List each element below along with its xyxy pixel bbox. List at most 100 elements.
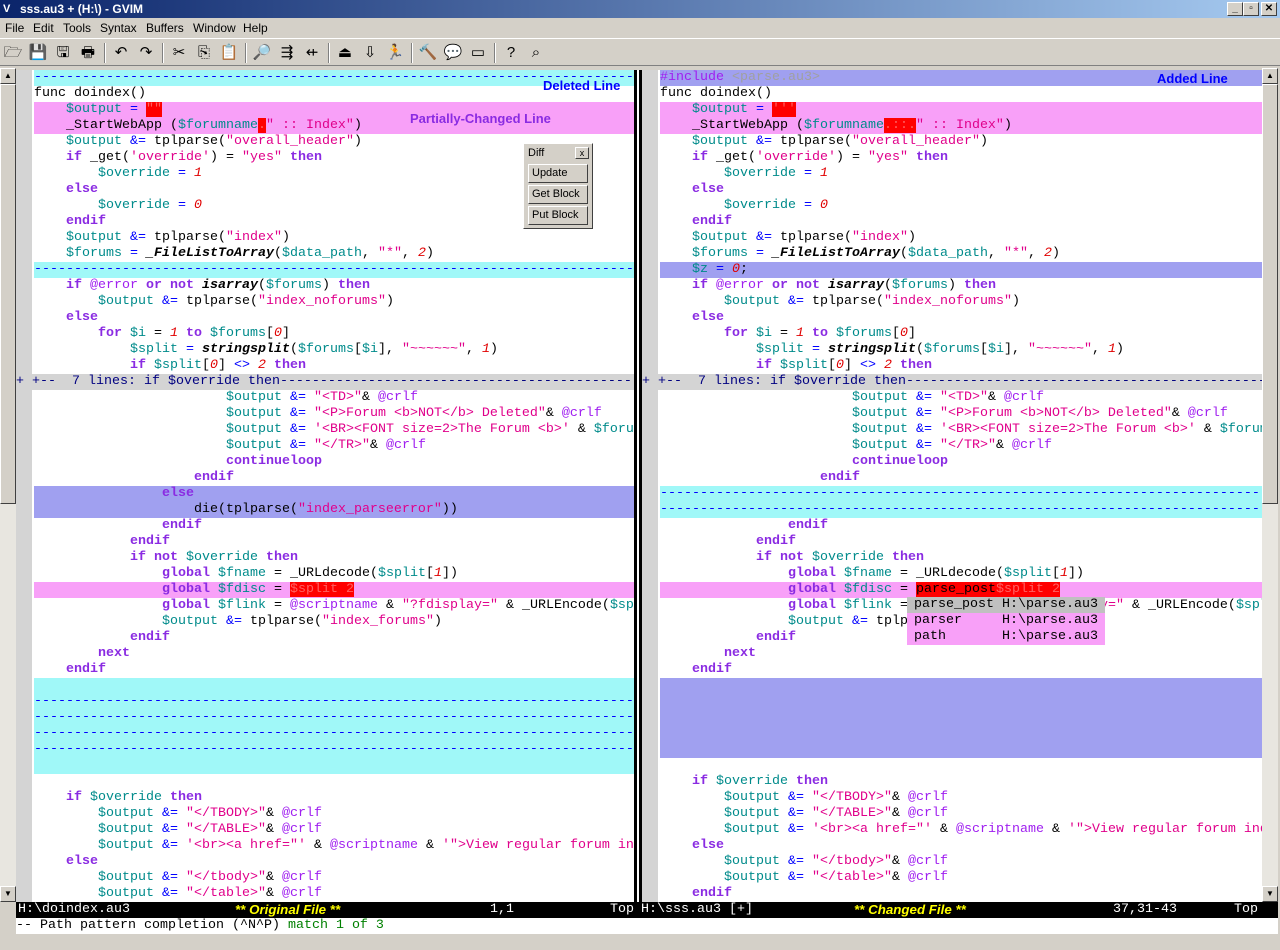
completion-item[interactable]: parse_post H:\parse.au3	[907, 597, 1105, 613]
code-line[interactable]: next	[660, 646, 1262, 662]
code-line[interactable]: $output &= "<P>Forum <b>NOT</b> Deleted"…	[34, 406, 634, 422]
run-script-icon[interactable]: 🏃	[384, 42, 406, 64]
menu-edit[interactable]: Edit	[33, 21, 54, 35]
find-prev-icon[interactable]: ⇷	[301, 42, 323, 64]
save-session-icon[interactable]: ⇩	[359, 42, 381, 64]
code-line[interactable]: ----------------------------------------…	[660, 486, 1262, 502]
code-line[interactable]: endif	[34, 534, 634, 550]
code-line[interactable]: if @error or not isarray($forums) then	[34, 278, 634, 294]
code-line[interactable]: else	[34, 854, 634, 870]
code-line[interactable]: _StartWebApp ($forumname.::." :: Index")	[660, 118, 1262, 134]
scroll-up-arrow-icon[interactable]: ▲	[0, 68, 16, 84]
menu-buffers[interactable]: Buffers	[146, 21, 184, 35]
scroll-thumb[interactable]	[0, 84, 16, 504]
code-line[interactable]: if _get('override') = "yes" then	[660, 150, 1262, 166]
save-icon[interactable]: 💾	[27, 42, 49, 64]
code-line[interactable]: if $override then	[660, 774, 1262, 790]
menu-syntax[interactable]: Syntax	[100, 21, 137, 35]
copy-icon[interactable]: ⎘	[193, 42, 215, 64]
code-line[interactable]: func doindex()	[660, 86, 1262, 102]
code-line[interactable]: continueloop	[660, 454, 1262, 470]
code-line[interactable]: $output &= "<TD>"& @crlf	[660, 390, 1262, 406]
left-scrollbar[interactable]: ▲ ▼	[0, 68, 16, 902]
code-line[interactable]: $output &= "<TD>"& @crlf	[34, 390, 634, 406]
code-line[interactable]: $output &= "</TBODY>"& @crlf	[660, 790, 1262, 806]
scroll-down-arrow-icon[interactable]: ▼	[1262, 886, 1278, 902]
code-line[interactable]: $output &= tplparse("index")	[660, 230, 1262, 246]
code-line[interactable]: endif	[34, 662, 634, 678]
code-line[interactable]: $output &= '<BR><FONT size=2>The Forum <…	[660, 422, 1262, 438]
code-line[interactable]: if $split[0] <> 2 then	[660, 358, 1262, 374]
code-line[interactable]: $override = 1	[660, 166, 1262, 182]
redo-icon[interactable]: ↷	[135, 42, 157, 64]
code-line[interactable]: $output &= '<br><a href="' & @scriptname…	[34, 838, 634, 854]
code-line[interactable]: else	[34, 486, 634, 502]
code-line[interactable]: if not $override then	[660, 550, 1262, 566]
update-button[interactable]: Update	[528, 164, 588, 183]
code-line[interactable]: endif	[660, 214, 1262, 230]
scroll-thumb[interactable]	[1262, 84, 1278, 504]
find-help-icon[interactable]: ⌕	[525, 42, 547, 64]
code-line[interactable]: else	[660, 310, 1262, 326]
menu-help[interactable]: Help	[243, 21, 268, 35]
code-line[interactable]: $output &= "</TR>"& @crlf	[660, 438, 1262, 454]
get-block-button[interactable]: Get Block	[528, 185, 588, 204]
code-line[interactable]: global $fname = _URLdecode($split[1])	[660, 566, 1262, 582]
code-line[interactable]: $output = '''	[660, 102, 1262, 118]
code-line[interactable]: endif	[34, 470, 634, 486]
vertical-split-divider[interactable]	[634, 70, 642, 902]
code-line[interactable]	[660, 758, 1262, 774]
code-line[interactable]: $output &= "</TR>"& @crlf	[34, 438, 634, 454]
code-line[interactable]: ----------------------------------------…	[34, 742, 634, 758]
code-line[interactable]: + +-- 7 lines: if $override then--------…	[642, 374, 1262, 390]
code-line[interactable]	[660, 678, 1262, 694]
code-line[interactable]	[34, 758, 634, 774]
code-line[interactable]: $output &= "</table>"& @crlf	[34, 886, 634, 902]
minimize-button[interactable]: _	[1227, 2, 1243, 16]
cut-icon[interactable]: ✂	[168, 42, 190, 64]
code-line[interactable]: + +-- 7 lines: if $override then--------…	[16, 374, 634, 390]
code-line[interactable]: $split = stringsplit($forums[$i], "~~~~~…	[34, 342, 634, 358]
code-line[interactable]: ----------------------------------------…	[34, 694, 634, 710]
completion-item[interactable]: parser H:\parse.au3	[907, 613, 1105, 629]
shell-icon[interactable]: 💬	[442, 42, 464, 64]
code-line[interactable]: else	[660, 182, 1262, 198]
code-line[interactable]: $forums = _FileListToArray($data_path, "…	[660, 246, 1262, 262]
maximize-button[interactable]: ▫	[1243, 2, 1259, 16]
changed-file-pane[interactable]: #include <parse.au3> func doindex() $outp…	[642, 70, 1262, 902]
undo-icon[interactable]: ↶	[110, 42, 132, 64]
code-line[interactable]: $split = stringsplit($forums[$i], "~~~~~…	[660, 342, 1262, 358]
code-line[interactable]: global $fdisc = $split 2	[34, 582, 634, 598]
open-icon[interactable]: 🗁	[2, 42, 24, 64]
code-line[interactable]: endif	[660, 470, 1262, 486]
completion-item[interactable]: path H:\parse.au3	[907, 629, 1105, 645]
code-line[interactable]: for $i = 1 to $forums[0]	[34, 326, 634, 342]
find-replace-icon[interactable]: 🔎	[251, 42, 273, 64]
code-line[interactable]	[660, 726, 1262, 742]
code-line[interactable]: else	[660, 838, 1262, 854]
code-line[interactable]: next	[34, 646, 634, 662]
menu-file[interactable]: File	[5, 21, 24, 35]
print-icon[interactable]: 🖶	[77, 42, 99, 64]
code-line[interactable]: $output &= tplparse("overall_header")	[660, 134, 1262, 150]
code-line[interactable]: ----------------------------------------…	[34, 726, 634, 742]
code-line[interactable]: die(tplparse("index_parseerror"))	[34, 502, 634, 518]
code-line[interactable]: $output &= tplparse("index_forums")	[34, 614, 634, 630]
code-line[interactable]: for $i = 1 to $forums[0]	[660, 326, 1262, 342]
code-line[interactable]: $override = 0	[660, 198, 1262, 214]
code-line[interactable]: endif	[34, 518, 634, 534]
code-line[interactable]: $output &= "</TABLE>"& @crlf	[660, 806, 1262, 822]
code-line[interactable]: endif	[34, 630, 634, 646]
code-line[interactable]: $output &= "</table>"& @crlf	[660, 870, 1262, 886]
code-line[interactable]: endif	[660, 662, 1262, 678]
load-session-icon[interactable]: ⏏	[334, 42, 356, 64]
put-block-button[interactable]: Put Block	[528, 206, 588, 225]
code-line[interactable]: ----------------------------------------…	[34, 262, 634, 278]
scroll-up-arrow-icon[interactable]: ▲	[1262, 68, 1278, 84]
menu-window[interactable]: Window	[193, 21, 236, 35]
code-line[interactable]: $output &= "<P>Forum <b>NOT</b> Deleted"…	[660, 406, 1262, 422]
right-scrollbar[interactable]: ▲ ▼	[1262, 68, 1278, 902]
code-line[interactable]: $output &= tplparse("index")	[34, 230, 634, 246]
code-line[interactable]	[660, 742, 1262, 758]
close-button[interactable]: ✕	[1261, 2, 1277, 16]
